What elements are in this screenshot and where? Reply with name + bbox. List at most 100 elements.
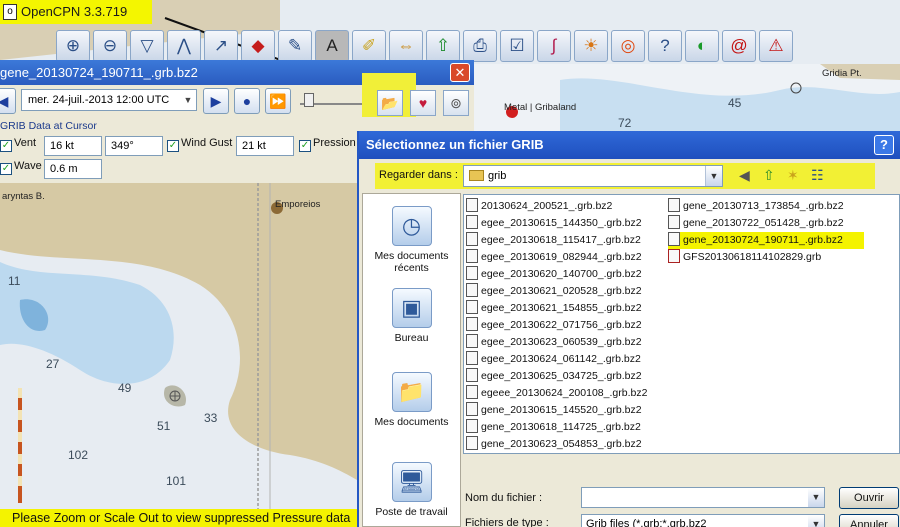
play-button[interactable]: ⏩ [265,88,291,114]
text-icon[interactable]: A [315,30,349,62]
file-item[interactable]: egee_20130619_082944_.grb.bz2 [466,249,642,266]
file-item[interactable]: egee_20130615_144350_.grb.bz2 [466,215,642,232]
tools-icon[interactable]: ✎ [278,30,312,62]
time-slider-thumb[interactable] [304,93,314,107]
wave-checkbox[interactable]: ✓ Wave [0,160,42,175]
print-icon[interactable]: ⎙ [463,30,497,62]
back-icon[interactable]: ◀ [739,167,750,184]
lifebuoy-icon[interactable]: ◎ [611,30,645,62]
file-item[interactable]: egee_20130622_071756_.grb.bz2 [466,317,642,334]
open-folder-icon[interactable]: 📂 [377,90,403,116]
place-recent-documents[interactable]: ◷ Mes documents récents [363,206,460,274]
filename-input[interactable]: ▼ [581,487,825,508]
places-bar: ◷ Mes documents récents ▣ Bureau 📁 Mes d… [362,193,461,527]
file-item[interactable]: egee_20130621_020528_.grb.bz2 [466,283,642,300]
chart-label-gridia: Gridia Pt. [822,68,862,79]
place-label: Bureau [394,332,429,344]
place-desktop[interactable]: ▣ Bureau [363,288,460,344]
new-folder-icon[interactable]: ✶ [787,167,799,184]
date-select[interactable]: mer. 24-juil.-2013 12:00 UTC ▼ [21,89,197,111]
vent-speed-field: 16 kt [44,136,102,156]
gust-checkbox[interactable]: ✓ Wind Gust [167,137,232,152]
file-icon [466,232,478,246]
up-folder-icon[interactable]: ⇧ [763,167,775,184]
now-button[interactable]: ● [234,88,260,114]
close-icon[interactable]: ✕ [450,63,470,82]
file-item[interactable]: gene_20130618_114725_.grb.bz2 [466,419,641,436]
filetype-select[interactable]: Grib files (*.grb;*.grb.bz2 ▼ [581,514,825,527]
cancel-button[interactable]: Annuler [839,514,899,527]
file-item[interactable]: GFS20130618114102829.grb [668,249,821,266]
open-button[interactable]: Ouvrir [839,487,899,509]
file-item[interactable]: egee_20130618_115417_.grb.bz2 [466,232,641,249]
file-icon [466,436,478,450]
file-icon [466,402,478,416]
grib-dialog-title: gene_20130724_190711_.grb.bz2 [0,65,198,80]
file-item[interactable]: egee_20130620_140700_.grb.bz2 [466,266,642,283]
waypoint-icon[interactable]: ⋀ [167,30,201,62]
view-menu-icon[interactable]: ☷ [811,167,824,184]
pressure-label: Pression [313,137,356,149]
date-select-value: mer. 24-juil.-2013 12:00 UTC [28,94,170,106]
file-item[interactable]: gene_20130713_173854_.grb.bz2 [668,198,844,215]
file-icon [466,317,478,331]
app-title-bar: o OpenCPN 3.3.719 [0,0,152,24]
gauge-icon[interactable]: ◐ [685,30,719,62]
wave-value-field: 0.6 m [44,159,102,179]
file-item[interactable]: egee_20130621_154855_.grb.bz2 [466,300,642,317]
route-icon[interactable]: ▽ [130,30,164,62]
file-item[interactable]: 20130624_200521_.grb.bz2 [466,198,612,215]
settings-icon[interactable]: ☑ [500,30,534,62]
next-time-button[interactable]: ▶ [203,88,229,114]
pencil-icon[interactable]: ✐ [352,30,386,62]
file-dialog-title-bar: Sélectionnez un fichier GRIB ? [359,131,900,159]
file-icon [466,334,478,348]
tide-icon[interactable]: ⇔ [389,30,423,62]
folder-icon [469,170,484,181]
lookin-value: grib [488,170,507,182]
help-icon[interactable]: ? [874,135,894,155]
alarm-icon[interactable]: ⚠ [759,30,793,62]
track-icon[interactable]: ↗ [204,30,238,62]
my-documents-icon: 📁 [391,372,432,412]
status-message: Please Zoom or Scale Out to view suppres… [0,509,360,527]
file-item[interactable]: egee_20130625_034725_.grb.bz2 [466,368,642,385]
wave-label: Wave [14,160,42,172]
vent-checkbox[interactable]: ✓ Vent [0,137,36,152]
depth-value: 33 [204,411,218,425]
zoom-in-icon[interactable]: ⊕ [56,30,90,62]
desktop-icon: ▣ [391,288,432,328]
pressure-checkbox[interactable]: ✓ Pression [299,137,356,152]
depth-value: 11 [8,274,21,288]
lookin-select[interactable]: grib ▼ [463,165,723,187]
depth-value: 101 [166,474,187,488]
lookin-label: Regarder dans : [379,169,458,181]
settings-icon[interactable]: ♥ [410,90,436,116]
prev-time-button[interactable]: ◀ [0,88,16,114]
file-icon [668,198,680,212]
file-item[interactable]: gene_20130623_054853_.grb.bz2 [466,436,642,453]
sunset-icon[interactable]: ☀ [574,30,608,62]
sail-icon[interactable]: ◆ [241,30,275,62]
file-item-selected[interactable]: gene_20130724_190711_.grb.bz2 [668,232,864,249]
depth-value: 51 [157,419,171,433]
place-label: Mes documents [374,416,449,428]
file-item[interactable]: egeee_20130624_200108_.grb.bz2 [466,385,647,402]
file-icon [466,300,478,314]
file-item[interactable]: egee_20130624_061142_.grb.bz2 [466,351,641,368]
help-icon[interactable]: ? [648,30,682,62]
spiral-icon[interactable]: @ [722,30,756,62]
file-item[interactable]: gene_20130615_145520_.grb.bz2 [466,402,642,419]
waves-icon[interactable]: ∫ [537,30,571,62]
file-list[interactable]: 20130624_200521_.grb.bz2 egee_20130615_1… [463,194,900,454]
place-my-documents[interactable]: 📁 Mes documents [363,372,460,428]
gust-label: Wind Gust [181,137,233,149]
current-icon[interactable]: ⇧ [426,30,460,62]
request-icon[interactable]: ⊚ [443,90,469,116]
file-item[interactable]: gene_20130722_051428_.grb.bz2 [668,215,844,232]
file-item[interactable]: egee_20130623_060539_.grb.bz2 [466,334,642,351]
zoom-out-icon[interactable]: ⊖ [93,30,127,62]
app-logo-icon: o [3,4,17,20]
depth-value: 72 [618,116,632,130]
place-my-computer[interactable]: 🖥 Poste de travail [363,462,460,518]
